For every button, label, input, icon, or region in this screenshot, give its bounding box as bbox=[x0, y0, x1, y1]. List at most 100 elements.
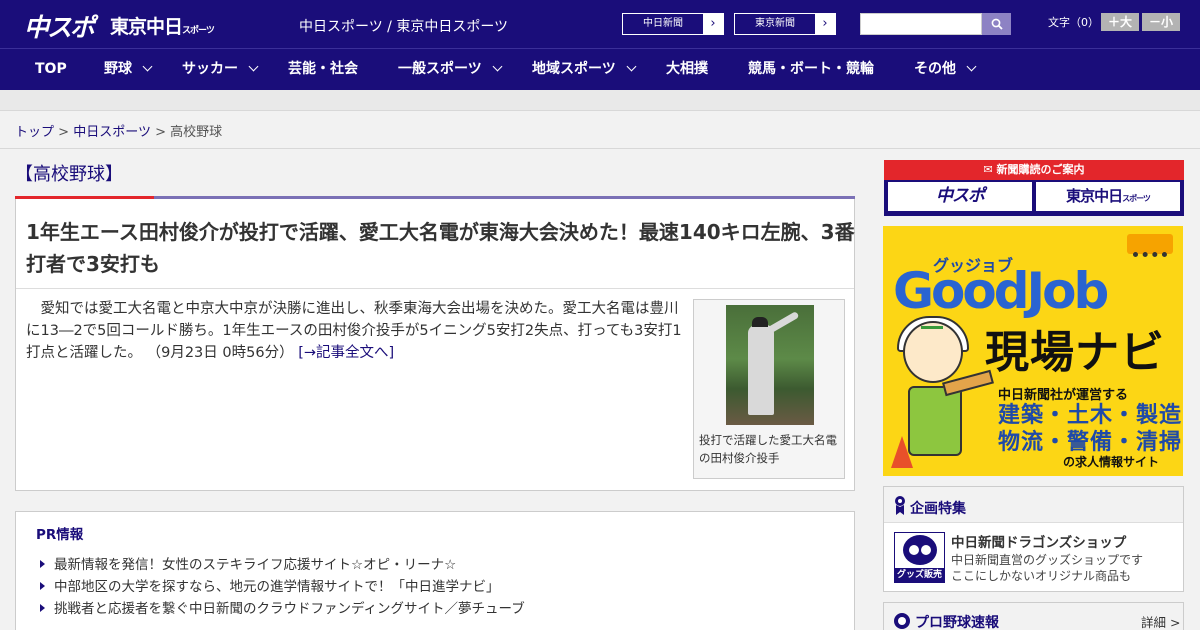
pr-item-label: 最新情報を発信！女性のステキライフ応援サイト☆オピ・リーナ☆ bbox=[54, 557, 457, 573]
goodjob-job-types: 建築・土木・製造 物流・警備・清掃 bbox=[998, 402, 1182, 456]
tokyo-chunichi-logo[interactable]: 東京中日スポーツ bbox=[110, 12, 215, 39]
search-input[interactable] bbox=[860, 13, 982, 35]
tokyo-shimbun-link[interactable]: 東京新聞 › bbox=[734, 13, 836, 35]
nav-item-general-sports[interactable]: 一般スポーツ bbox=[398, 49, 503, 90]
breadcrumb-sep: > bbox=[58, 125, 70, 140]
chunichi-shimbun-label: 中日新聞 bbox=[643, 18, 683, 29]
photo-pitcher-body bbox=[748, 325, 774, 415]
subscription-tokyo-logo[interactable]: 東京中日スポーツ bbox=[1036, 182, 1180, 211]
nav-label: TOP bbox=[35, 61, 67, 77]
nav-label: 野球 bbox=[104, 61, 132, 77]
pro-baseball-title: プロ野球速報 bbox=[915, 615, 999, 630]
chevron-right-icon: › bbox=[815, 14, 835, 34]
font-larger-button[interactable]: ＋大 bbox=[1101, 13, 1139, 31]
truck-icon bbox=[1127, 234, 1173, 257]
nav-item-soccer[interactable]: サッカー bbox=[182, 49, 259, 90]
search-icon bbox=[991, 18, 1003, 30]
dragons-shop-description: 中日新聞直営のグッズショップです ここにしかないオリジナル商品も bbox=[951, 552, 1143, 584]
nav-label: 大相撲 bbox=[666, 61, 708, 77]
article-photo-box: 投打で活躍した愛工大名電の田村俊介投手 bbox=[693, 299, 845, 479]
pr-item-label: 挑戦者と応援者を繋ぐ中日新聞のクラウドファンディングサイト／夢チューブ bbox=[54, 601, 525, 617]
photo-pitcher-cap bbox=[752, 317, 768, 327]
chevron-down-icon bbox=[626, 61, 637, 72]
read-full-article-link[interactable]: [→記事全文へ] bbox=[298, 345, 394, 361]
goodjob-operator: 中日新聞社が運営する bbox=[998, 388, 1129, 403]
photo-caption: 投打で活躍した愛工大名電の田村俊介投手 bbox=[699, 433, 837, 465]
triangle-right-icon bbox=[40, 604, 45, 612]
breadcrumb-sep: > bbox=[155, 125, 166, 140]
nav-item-other[interactable]: その他 bbox=[914, 49, 977, 90]
photo-pitcher-arm bbox=[766, 310, 800, 335]
breadcrumb: トップ > 中日スポーツ > 高校野球 bbox=[15, 121, 222, 140]
pro-baseball-details-link[interactable]: 詳細 > bbox=[1141, 612, 1180, 630]
dragons-shop-thumbnail[interactable]: グッズ販売中 bbox=[894, 532, 945, 583]
headline-divider bbox=[16, 288, 854, 289]
mascot-eye bbox=[921, 545, 931, 555]
breadcrumb-top[interactable]: トップ bbox=[15, 125, 54, 140]
goodjob-jobs-line1: 建築・土木・製造 bbox=[998, 403, 1183, 428]
dragons-shop-link[interactable]: 中日新聞ドラゴンズショップ bbox=[951, 531, 1126, 551]
pro-baseball-box: プロ野球速報 詳細 > bbox=[883, 602, 1184, 630]
nav-label: サッカー bbox=[182, 61, 238, 77]
pr-item-label: 中部地区の大学を探すなら、地元の進学情報サイトで！「中日進学ナビ」 bbox=[54, 579, 500, 595]
chuspo-logo[interactable]: 中スポ bbox=[24, 8, 95, 44]
nav-label: 一般スポーツ bbox=[398, 61, 482, 77]
triangle-right-icon bbox=[40, 582, 45, 590]
site-names: 中日スポーツ / 東京中日スポーツ bbox=[299, 19, 509, 35]
nav-item-top[interactable]: TOP bbox=[35, 49, 67, 90]
subscription-banner[interactable]: ✉ 新聞購読のご案内 中スポ 東京中日スポーツ bbox=[884, 160, 1184, 216]
chevron-down-icon bbox=[142, 61, 153, 72]
nav-item-sumo[interactable]: 大相撲 bbox=[666, 49, 708, 90]
section-title: 【高校野球】 bbox=[15, 164, 123, 185]
tokyo-logo-small: スポーツ bbox=[182, 26, 215, 36]
font-smaller-button[interactable]: －小 bbox=[1142, 13, 1180, 31]
subscription-tokyo-small: スポーツ bbox=[1122, 194, 1151, 203]
chevron-down-icon bbox=[492, 61, 503, 72]
pr-title: PR情報 bbox=[36, 527, 84, 543]
nav-item-racing[interactable]: 競馬・ボート・競輪 bbox=[748, 49, 874, 90]
goodjob-site-label: の求人情報サイト bbox=[1063, 455, 1160, 469]
pr-item[interactable]: 挑戦者と応援者を繋ぐ中日新聞のクラウドファンディングサイト／夢チューブ bbox=[40, 597, 525, 617]
article-card: 1年生エース田村俊介が投打で活躍、愛工大名電が東海大会決めた！最速140キロ左腕… bbox=[15, 199, 855, 491]
article-lead: 愛知では愛工大名電と中京大中京が決勝に進出し、秋季東海大会出場を決めた。愛工大名… bbox=[26, 298, 686, 364]
pr-item[interactable]: 中部地区の大学を探すなら、地元の進学情報サイトで！「中日進学ナビ」 bbox=[40, 575, 500, 595]
traffic-cone-icon bbox=[891, 436, 913, 468]
nav-item-baseball[interactable]: 野球 bbox=[104, 49, 153, 90]
chevron-right-icon: › bbox=[703, 14, 723, 34]
font-size-label: 文字（0） bbox=[1048, 16, 1099, 29]
breadcrumb-divider bbox=[0, 148, 1200, 149]
subscription-chuspo-logo[interactable]: 中スポ bbox=[888, 182, 1032, 211]
article-headline[interactable]: 1年生エース田村俊介が投打で活躍、愛工大名電が東海大会決めた！最速140キロ左腕… bbox=[26, 216, 856, 280]
breadcrumb-chunichi-sports[interactable]: 中日スポーツ bbox=[73, 125, 151, 140]
feature-box: 企画特集 グッズ販売中 中日新聞ドラゴンズショップ 中日新聞直営のグッズショップ… bbox=[883, 486, 1184, 592]
breadcrumb-current: 高校野球 bbox=[170, 125, 223, 140]
worker-body-icon bbox=[908, 386, 962, 456]
subscription-tokyo-text: 東京中日 bbox=[1066, 187, 1123, 205]
triangle-right-icon bbox=[40, 560, 45, 568]
shop-badge: グッズ販売中 bbox=[895, 568, 944, 582]
article-timestamp: （9月23日 0時56分） bbox=[146, 345, 294, 361]
nav-label: 芸能・社会 bbox=[288, 61, 358, 77]
helmet-mark bbox=[921, 326, 943, 329]
goodjob-ad-banner[interactable]: グッジョブ GoodJob 現場ナビ 中日新聞社が運営する 建築・土木・製造 物流… bbox=[883, 226, 1183, 476]
goodjob-navi-title: 現場ナビ bbox=[985, 327, 1165, 378]
shop-desc-line1: 中日新聞直営のグッズショップです bbox=[951, 553, 1144, 567]
baseball-icon bbox=[894, 613, 910, 629]
article-photo[interactable] bbox=[726, 305, 814, 425]
chunichi-shimbun-link[interactable]: 中日新聞 › bbox=[622, 13, 724, 35]
shop-desc-line2: ここにしかないオリジナル商品も bbox=[951, 569, 1132, 583]
top-header: 中スポ 東京中日スポーツ 中日スポーツ / 東京中日スポーツ 中日新聞 › 東京… bbox=[0, 0, 1200, 48]
chevron-down-icon bbox=[966, 61, 977, 72]
goodjob-logo: GoodJob bbox=[893, 262, 1109, 320]
pr-item[interactable]: 最新情報を発信！女性のステキライフ応援サイト☆オピ・リーナ☆ bbox=[40, 553, 456, 573]
nav-item-entertainment[interactable]: 芸能・社会 bbox=[288, 49, 358, 90]
feature-title: 企画特集 bbox=[910, 501, 966, 517]
subscription-title-text: 新聞購読のご案内 bbox=[996, 163, 1085, 176]
nav-label: 競馬・ボート・競輪 bbox=[748, 61, 874, 77]
tokyo-logo-text: 東京中日 bbox=[110, 16, 183, 38]
ribbon-icon bbox=[895, 496, 905, 515]
search-button[interactable] bbox=[982, 13, 1011, 35]
nav-item-local-sports[interactable]: 地域スポーツ bbox=[532, 49, 637, 90]
chevron-down-icon bbox=[248, 61, 259, 72]
subscription-title: ✉ 新聞購読のご案内 bbox=[884, 160, 1184, 180]
